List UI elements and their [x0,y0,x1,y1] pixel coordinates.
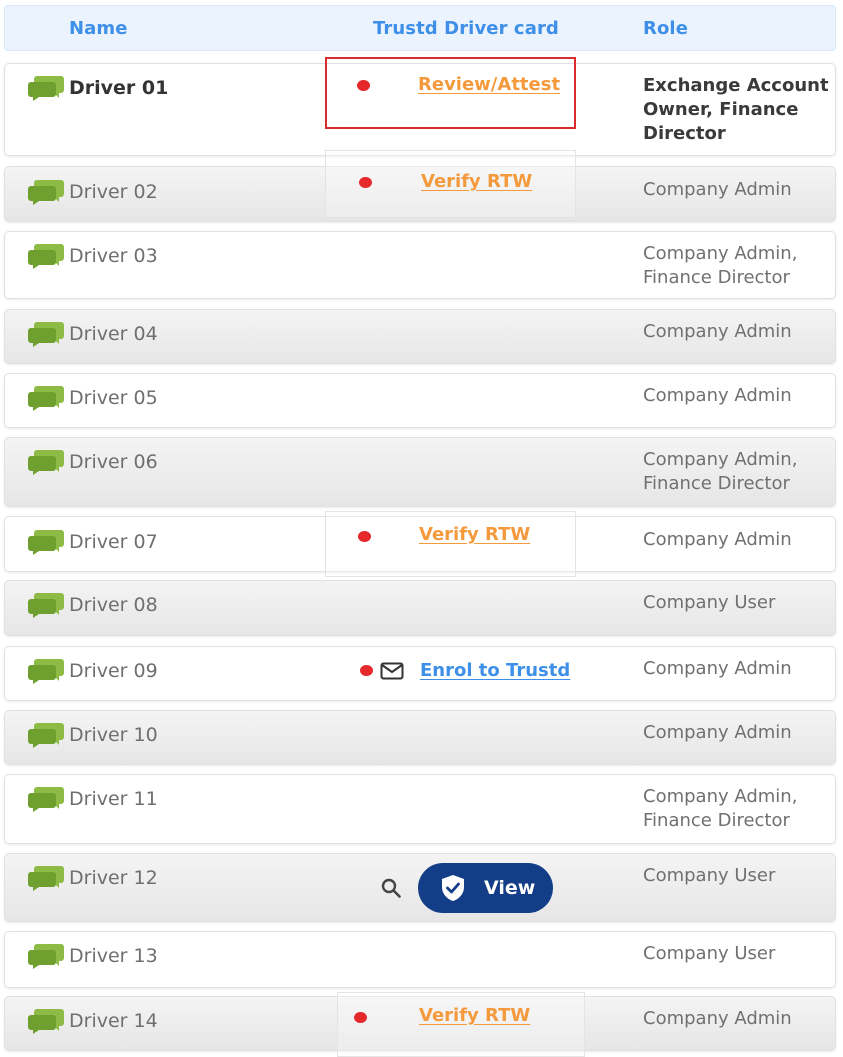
driver-name: Driver 05 [69,387,158,409]
red-dot-icon [360,665,373,676]
driver-role: Company Admin, Finance Director [643,243,798,288]
chat-bubbles-icon [28,450,64,475]
driver-name: Driver 11 [69,788,158,810]
driver-name: Driver 13 [69,945,158,967]
verify-rtw-link[interactable]: Verify RTW [419,524,530,545]
driver-role: Company Admin [643,385,792,406]
table-row[interactable]: Driver 13 Company User [4,931,836,988]
chat-bubbles-icon [28,322,64,347]
chat-bubbles-icon [28,180,64,205]
chat-bubbles-icon [28,593,64,618]
chat-bubbles-icon [28,866,64,891]
driver-role: Company User [643,865,776,886]
driver-name: Driver 01 [69,77,169,99]
chat-bubbles-icon [28,386,64,411]
table-row[interactable]: Driver 11 Company Admin, Finance Directo… [4,774,836,844]
driver-role: Company Admin [643,658,792,679]
chat-bubbles-icon [28,723,64,748]
enrol-to-trustd-link[interactable]: Enrol to Trustd [420,660,570,681]
driver-role: Company Admin, Finance Director [643,786,798,831]
chat-bubbles-icon [28,1009,64,1034]
chat-bubbles-icon [28,530,64,555]
chat-bubbles-icon [28,659,64,684]
verify-rtw-link[interactable]: Verify RTW [421,171,532,192]
driver-role: Company Admin, Finance Director [643,449,798,494]
driver-name: Driver 07 [69,531,158,553]
red-dot-icon [354,1012,367,1023]
chat-bubbles-icon [28,944,64,969]
driver-role: Company User [643,943,776,964]
table-row[interactable]: Driver 04 Company Admin [4,309,836,364]
view-button[interactable]: View [418,863,553,913]
mail-icon [380,662,404,680]
table-row[interactable]: Driver 08 Company User [4,580,836,636]
chat-bubbles-icon [28,76,64,101]
red-dot-icon [357,80,370,91]
column-header-trustd-driver-card[interactable]: Trustd Driver card [373,18,559,39]
column-header-name[interactable]: Name [69,18,128,39]
driver-role: Exchange Account Owner, Finance Director [643,75,829,144]
table-row[interactable]: Driver 06 Company Admin, Finance Directo… [4,437,836,507]
verify-rtw-link[interactable]: Verify RTW [419,1005,530,1026]
shield-check-icon [442,875,464,901]
view-button-label: View [484,877,536,899]
search-icon[interactable] [380,877,402,899]
driver-name: Driver 04 [69,323,158,345]
review-attest-link[interactable]: Review/Attest [418,74,560,95]
red-dot-icon [358,531,371,542]
driver-name: Driver 10 [69,724,158,746]
table-header: Name Trustd Driver card Role [4,5,836,51]
driver-role: Company Admin [643,179,792,200]
driver-role: Company Admin [643,529,792,550]
driver-name: Driver 09 [69,660,158,682]
driver-name: Driver 06 [69,451,158,473]
red-dot-icon [359,177,372,188]
chat-bubbles-icon [28,787,64,812]
driver-role: Company Admin [643,321,792,342]
table-row[interactable]: Driver 05 Company Admin [4,373,836,428]
driver-role: Company User [643,592,776,613]
driver-name: Driver 02 [69,181,158,203]
table-row[interactable]: Driver 03 Company Admin, Finance Directo… [4,231,836,299]
column-header-role[interactable]: Role [643,18,688,39]
driver-name: Driver 08 [69,594,158,616]
driver-role: Company Admin [643,722,792,743]
table-row[interactable]: Driver 10 Company Admin [4,710,836,765]
driver-role: Company Admin [643,1008,792,1029]
driver-name: Driver 03 [69,245,158,267]
driver-name: Driver 12 [69,867,158,889]
chat-bubbles-icon [28,244,64,269]
driver-name: Driver 14 [69,1010,158,1032]
